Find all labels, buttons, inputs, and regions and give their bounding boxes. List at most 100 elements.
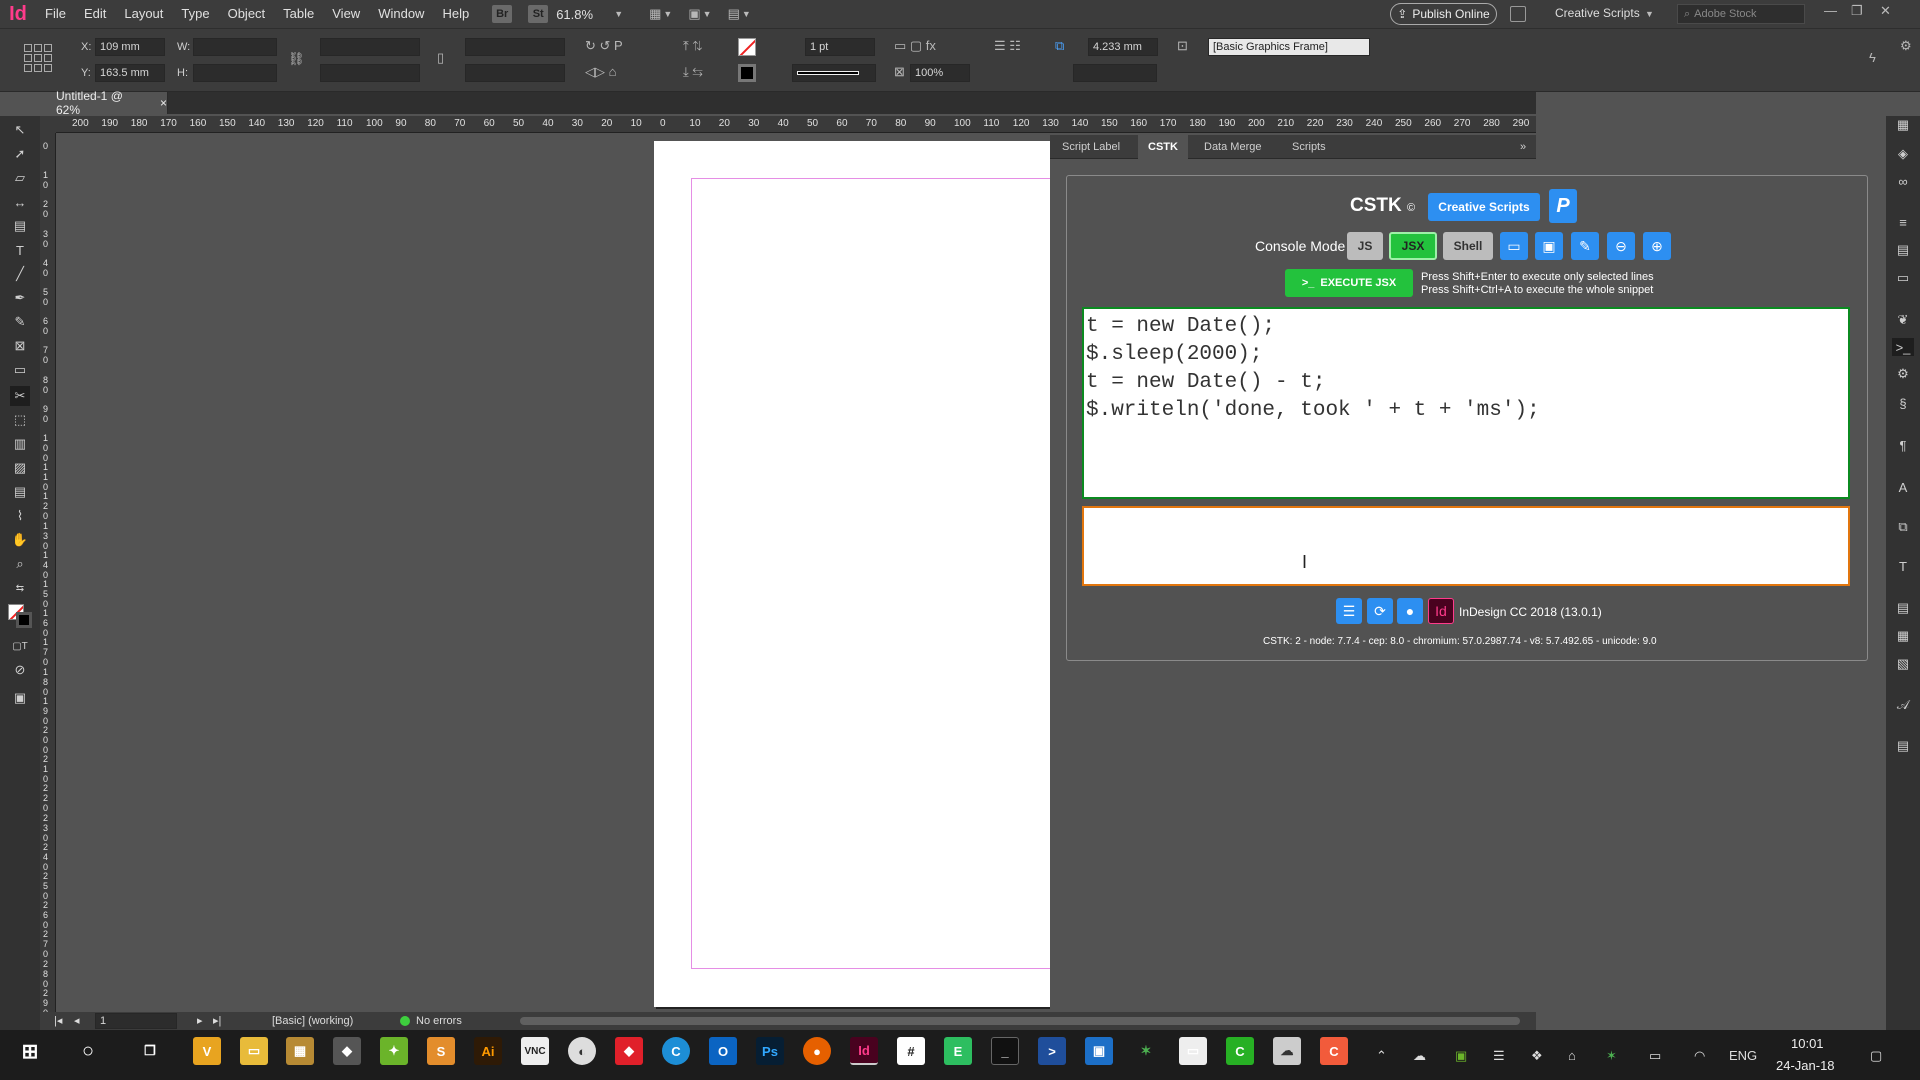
adobe-stock-search[interactable]: ⌕ Adobe Stock — [1677, 4, 1805, 24]
align-icons[interactable]: ☰ ☷ — [994, 38, 1021, 54]
app-icon[interactable]: ✶ — [1132, 1037, 1160, 1065]
outlook-icon[interactable]: O — [709, 1037, 737, 1065]
note-tool-icon[interactable]: ▤ — [10, 482, 30, 502]
scissors-tool-icon[interactable]: ✂ — [10, 386, 30, 406]
mode-jsx-button[interactable]: JSX — [1389, 232, 1437, 260]
evernote-icon[interactable]: E — [944, 1037, 972, 1065]
swatches-panel-icon[interactable]: ▤ — [1892, 241, 1914, 259]
zoom-level[interactable]: 61.8% — [556, 7, 612, 22]
panel-menu-icon[interactable]: ⚙ — [1900, 38, 1912, 54]
task-view-icon[interactable]: ❐ — [136, 1037, 164, 1065]
prev-page-icon[interactable]: ◂ — [74, 1014, 80, 1027]
select-container-icon[interactable]: ⤒ ⇅ — [683, 38, 703, 54]
zoom-dropdown-icon[interactable]: ▼ — [614, 9, 623, 19]
terminal-taskbar-icon[interactable]: _ — [991, 1037, 1019, 1065]
language-indicator[interactable]: ENG — [1729, 1048, 1757, 1063]
panel-collapse-icon[interactable]: » — [1520, 135, 1526, 159]
stroke-panel-icon[interactable]: ≡ — [1892, 213, 1914, 231]
script-label-icon[interactable]: § — [1892, 394, 1914, 412]
type-tool-icon[interactable]: T — [10, 240, 30, 260]
menu-window[interactable]: Window — [369, 0, 433, 28]
arrange-documents-icon[interactable]: ▤ — [728, 6, 740, 22]
execute-jsx-button[interactable]: >_ EXECUTE JSX — [1285, 269, 1413, 297]
pen-tool-icon[interactable]: ✒ — [10, 288, 30, 308]
offset-field[interactable]: 4.233 mm — [1088, 38, 1158, 56]
next-page-icon[interactable]: ▸ — [197, 1014, 203, 1027]
ruler-origin[interactable] — [40, 116, 56, 133]
tray-app-icon[interactable]: ✶ — [1606, 1048, 1617, 1064]
info-panel-icon[interactable]: ▤ — [1892, 737, 1914, 755]
stock-button[interactable]: St — [528, 5, 549, 23]
selection-tool-icon[interactable]: ↖ — [10, 120, 30, 140]
paragraph-styles-icon[interactable]: ¶ — [1892, 436, 1914, 454]
slack-icon[interactable]: # — [897, 1037, 925, 1065]
app-icon[interactable]: ▭ — [1179, 1037, 1207, 1065]
x-field[interactable]: 109 mm — [95, 38, 165, 56]
file-explorer-icon[interactable]: ▭ — [240, 1037, 268, 1065]
line-tool-icon[interactable]: ╱ — [10, 264, 30, 284]
tab-scripts[interactable]: Scripts — [1292, 135, 1326, 159]
app-icon[interactable]: C — [1320, 1037, 1348, 1065]
links-panel-icon[interactable]: ∞ — [1892, 172, 1914, 190]
menu-edit[interactable]: Edit — [75, 0, 115, 28]
w-field[interactable] — [193, 38, 277, 56]
document-tab[interactable]: Untitled-1 @ 62% × — [40, 89, 168, 117]
minimize-icon[interactable]: — — [1824, 3, 1837, 18]
vertical-ruler[interactable]: 0 10 20 30 40 50 60 70 80 90 100 110 120 130 140 150 160… — [40, 133, 56, 1030]
constrain-scale-icon[interactable]: ▯ — [437, 50, 444, 66]
app-icon[interactable]: C — [1226, 1037, 1254, 1065]
eyedropper-tool-icon[interactable]: ⌇ — [10, 506, 30, 526]
table-panel-icon[interactable]: ▤ — [1892, 599, 1914, 617]
menu-layout[interactable]: Layout — [115, 0, 172, 28]
archive-app-icon[interactable]: ▦ — [286, 1037, 314, 1065]
app-icon[interactable]: ◐ — [568, 1037, 596, 1065]
gradient-tool-icon[interactable]: ▥ — [10, 434, 30, 454]
horizontal-scrollbar[interactable] — [520, 1017, 1520, 1025]
fill-stroke-swatches[interactable] — [8, 604, 32, 628]
tray-app-icon[interactable]: ▣ — [1455, 1048, 1467, 1064]
character-styles-icon[interactable]: A — [1892, 478, 1914, 496]
pages-panel-icon[interactable]: ▦ — [1892, 116, 1914, 134]
constrain-proportions-icon[interactable]: ⛓ — [288, 51, 305, 67]
maximize-icon[interactable]: ❐ — [1851, 3, 1863, 19]
app-icon[interactable]: V — [193, 1037, 221, 1065]
direct-selection-tool-icon[interactable]: ➚ — [10, 144, 30, 164]
cell-styles-icon[interactable]: ▧ — [1892, 655, 1914, 673]
menu-file[interactable]: File — [36, 0, 75, 28]
apply-none-icon[interactable]: ⊘ — [10, 660, 30, 680]
table-styles-icon[interactable]: ▦ — [1892, 627, 1914, 645]
hand-tool-icon[interactable]: ✋ — [10, 530, 30, 550]
menu-type[interactable]: Type — [172, 0, 218, 28]
mode-shell-button[interactable]: Shell — [1443, 232, 1493, 260]
opacity-field[interactable]: 100% — [910, 64, 970, 82]
h-field[interactable] — [193, 64, 277, 82]
illustrator-icon[interactable]: Ai — [474, 1037, 502, 1065]
close-icon[interactable]: ✕ — [1880, 3, 1891, 19]
view-options-icon[interactable]: ▦ — [649, 6, 661, 22]
firefox-icon[interactable]: ● — [803, 1037, 831, 1065]
object-style-dropdown[interactable]: [Basic Graphics Frame] — [1208, 38, 1370, 56]
output-console[interactable]: I — [1082, 506, 1850, 586]
flip-icon[interactable]: ◁▷ ⌂ — [585, 64, 616, 80]
stroke-type-dropdown[interactable] — [792, 64, 876, 82]
preflight-errors[interactable]: No errors — [416, 1015, 462, 1027]
clock-date[interactable]: 24-Jan-18 — [1776, 1058, 1835, 1073]
screen-mode-tool-icon[interactable]: ▣ — [10, 688, 30, 708]
fill-swatch[interactable] — [738, 38, 756, 56]
menu-help[interactable]: Help — [433, 0, 478, 28]
shear-field[interactable] — [465, 64, 565, 82]
rotate-icon[interactable]: ↻ ↺ P — [585, 38, 623, 54]
object-styles-icon[interactable]: ⧉ — [1892, 518, 1914, 536]
app-icon[interactable]: ◆ — [333, 1037, 361, 1065]
text-wrap-icon[interactable]: ▭ ▢ fx — [894, 38, 936, 54]
select-content-icon[interactable]: ⤓ ⇆ — [683, 64, 703, 80]
menu-view[interactable]: View — [323, 0, 369, 28]
start-icon[interactable]: ⊞ — [16, 1037, 44, 1065]
open-file-icon[interactable]: ▭ — [1500, 232, 1528, 260]
preflight-profile[interactable]: [Basic] (working) — [272, 1015, 353, 1027]
scale-x-field[interactable] — [320, 38, 420, 56]
lightning-icon[interactable]: ϟ — [1869, 50, 1876, 65]
clock-time[interactable]: 10:01 — [1791, 1036, 1824, 1051]
default-colors-icon[interactable]: ⇆ — [10, 578, 30, 598]
opacity-icon[interactable]: ⊠ — [894, 64, 905, 80]
